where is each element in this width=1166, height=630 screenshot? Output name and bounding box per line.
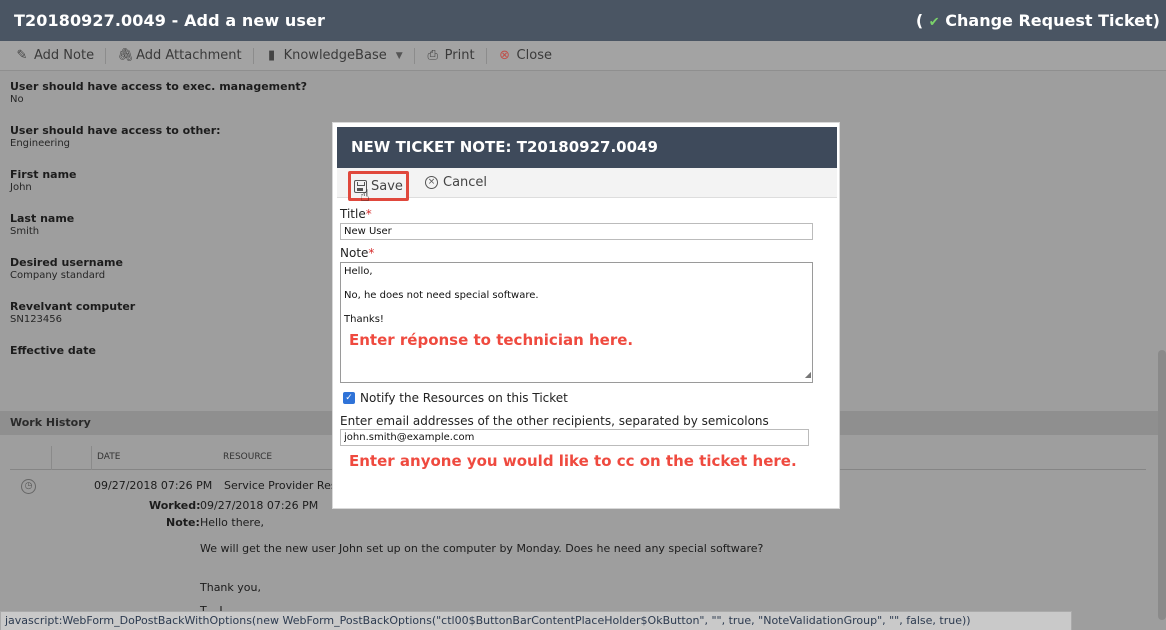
notify-resources-row[interactable]: ✓ Notify the Resources on this Ticket — [343, 391, 568, 405]
note-label-text: Note — [340, 246, 369, 260]
worked-label: Worked: — [149, 499, 201, 512]
email-field-label: Enter email addresses of the other recip… — [340, 414, 769, 428]
annotation-email-hint: Enter anyone you would like to cc on the… — [349, 452, 797, 470]
required-marker: * — [365, 207, 372, 221]
cancel-icon: × — [425, 176, 438, 189]
hand-cursor-icon: ☝ — [360, 186, 370, 205]
add-attachment-button[interactable]: 🖇 Add Attachment — [112, 48, 247, 63]
dialog-toolbar: Save × Cancel — [337, 168, 837, 201]
note-text-line: Hello, — [344, 266, 373, 277]
ticket-type-paren: ( — [915, 11, 924, 30]
knowledgebase-label: KnowledgeBase — [283, 48, 387, 63]
field-value: John — [10, 182, 32, 193]
notify-checkbox[interactable]: ✓ — [343, 392, 355, 404]
entry-date: 09/27/2018 07:26 PM — [94, 479, 213, 492]
field-value: Engineering — [10, 138, 70, 149]
note-text-line: Thanks! — [344, 314, 384, 325]
dialog-title: NEW TICKET NOTE: T20180927.0049 — [337, 127, 837, 168]
paperclip-icon: 🖇 — [117, 48, 134, 63]
toolbar-divider — [105, 47, 107, 64]
add-note-button[interactable]: ✎ Add Note — [10, 48, 99, 63]
field-label: Effective date — [10, 344, 96, 357]
field-other-access: User should have access to other: Engine… — [10, 124, 330, 168]
field-label: Last name — [10, 212, 75, 225]
main-toolbar: ✎ Add Note 🖇 Add Attachment ▮ KnowledgeB… — [0, 41, 1166, 71]
email-recipients-input[interactable] — [340, 429, 809, 446]
page-scrollbar[interactable] — [1158, 350, 1166, 620]
knowledgebase-button[interactable]: ▮ KnowledgeBase ▼ — [260, 48, 408, 63]
field-value: Smith — [10, 226, 40, 237]
save-label: Save — [371, 178, 403, 194]
column-blank — [52, 446, 92, 470]
print-button[interactable]: ⎙ Print — [421, 48, 480, 63]
field-exec-access: User should have access to exec. managem… — [10, 80, 330, 124]
notify-label: Notify the Resources on this Ticket — [360, 391, 568, 405]
field-value: SN123456 — [10, 314, 63, 325]
save-button[interactable]: Save — [348, 171, 409, 201]
field-label: First name — [10, 168, 77, 181]
title-input[interactable] — [340, 223, 813, 240]
close-label: Close — [516, 48, 552, 63]
annotation-note-hint: Enter réponse to technician here. — [349, 331, 634, 349]
ticket-type-label: Change Request Ticket) — [945, 11, 1160, 30]
printer-icon: ⎙ — [427, 48, 438, 63]
toolbar-divider — [413, 47, 415, 64]
column-date[interactable]: DATE — [97, 452, 120, 462]
cancel-button[interactable]: × Cancel — [425, 175, 487, 190]
close-button[interactable]: ⊗ Close — [493, 48, 557, 63]
field-value: Company standard — [10, 270, 106, 281]
note-text-line: No, he does not need special software. — [344, 290, 539, 301]
ticket-header: T20180927.0049 - Add a new user ( ✔ Chan… — [0, 0, 1166, 41]
ticket-type: ( ✔ Change Request Ticket) — [916, 11, 1160, 30]
field-label: User should have access to other: — [10, 124, 221, 137]
note-label: Note: — [166, 516, 200, 529]
column-icon — [10, 446, 52, 470]
title-label-text: Title — [340, 207, 366, 221]
note-line: Hello there, — [200, 516, 264, 529]
note-line: We will get the new user John set up on … — [200, 542, 764, 555]
add-attachment-label: Add Attachment — [136, 48, 242, 63]
note-field-label: Note* — [340, 246, 374, 260]
field-first-name: First name John — [10, 168, 330, 212]
chevron-down-icon: ▼ — [395, 50, 403, 61]
title-field-label: Title* — [340, 207, 372, 221]
field-label: User should have access to exec. managem… — [10, 80, 308, 93]
checkmark-icon: ✔ — [928, 15, 940, 30]
pencil-icon: ✎ — [16, 48, 28, 63]
close-icon: ⊗ — [499, 48, 510, 63]
add-note-label: Add Note — [34, 48, 95, 63]
field-username: Desired username Company standard — [10, 256, 330, 300]
note-line: Thank you, — [200, 581, 261, 594]
field-label: Desired username — [10, 256, 123, 269]
page-title: T20180927.0049 - Add a new user — [14, 11, 325, 30]
field-value: No — [10, 94, 24, 105]
ticket-fields: User should have access to exec. managem… — [10, 80, 330, 388]
print-label: Print — [444, 48, 475, 63]
toolbar-divider — [485, 47, 487, 64]
clock-icon: ◷ — [21, 479, 36, 494]
browser-status-bar: javascript:WebForm_DoPostBackWithOptions… — [0, 611, 1072, 630]
required-marker: * — [368, 246, 375, 260]
book-icon: ▮ — [268, 48, 276, 63]
field-effective-date: Effective date — [10, 344, 330, 388]
field-computer: Revelvant computer SN123456 — [10, 300, 330, 344]
toolbar-divider — [252, 47, 254, 64]
resize-handle-icon[interactable]: ◢ — [805, 369, 811, 381]
column-resource[interactable]: RESOURCE — [223, 452, 272, 462]
worked-value: 09/27/2018 07:26 PM — [200, 499, 319, 512]
field-label: Revelvant computer — [10, 300, 136, 313]
note-textarea[interactable]: Hello, No, he does not need special soft… — [340, 262, 813, 383]
cancel-label: Cancel — [443, 175, 488, 190]
field-last-name: Last name Smith — [10, 212, 330, 256]
